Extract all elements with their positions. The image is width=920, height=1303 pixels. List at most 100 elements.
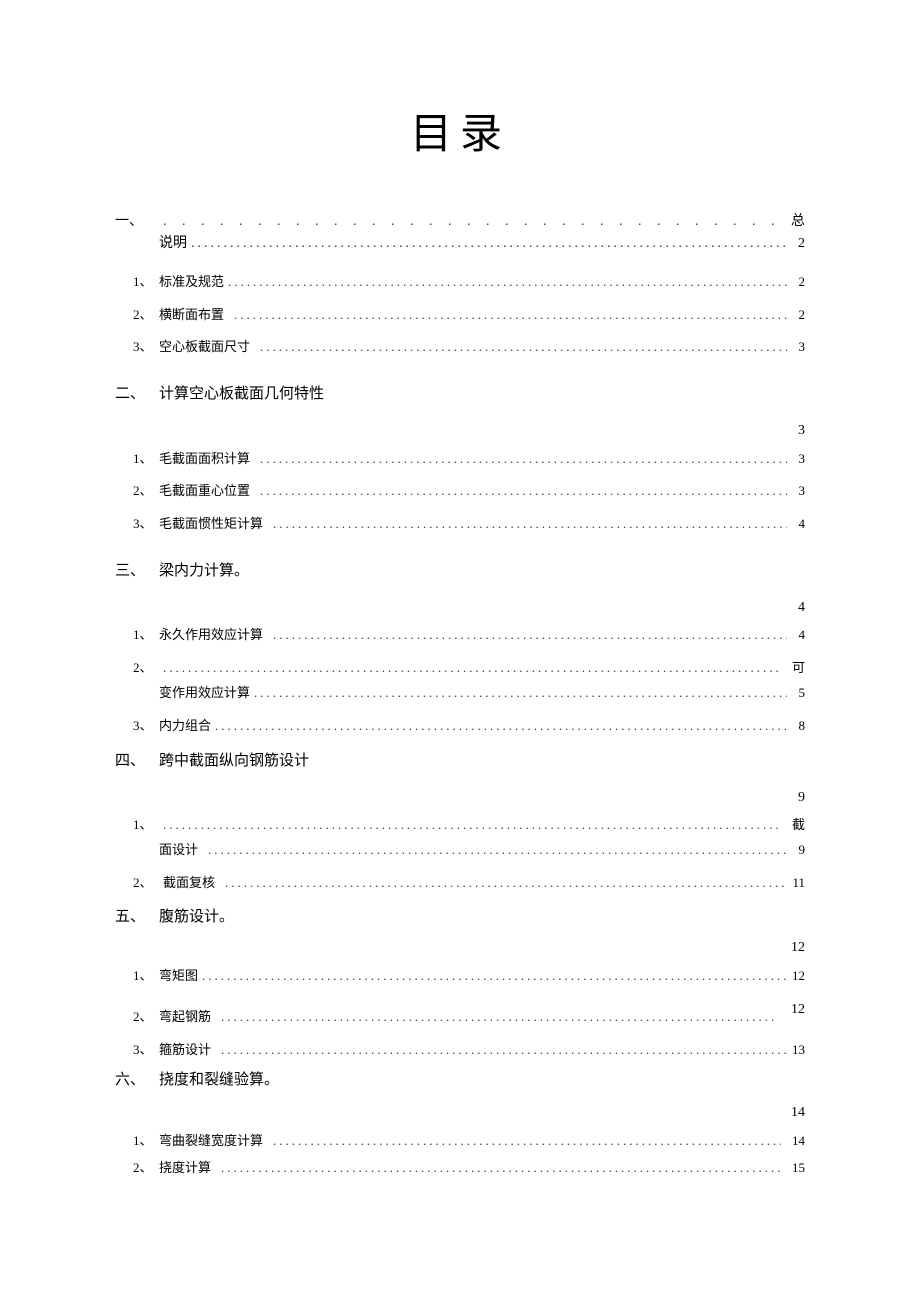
toc-section-2: 二、 计算空心板截面几何特性 3 1、 毛截面面积计算 3 2、 毛截面重心位置… [115, 382, 805, 535]
toc-dots [234, 305, 787, 326]
toc-section-page: 4 [115, 597, 805, 619]
toc-item-num: 3、 [115, 716, 159, 737]
toc-page: 4 [791, 625, 805, 646]
toc-dots [202, 966, 787, 987]
toc-page: 14 [791, 1131, 805, 1152]
toc-section-page: 12 [115, 937, 805, 959]
toc-section-3: 三、 梁内力计算。 4 1、 永久作用效应计算 4 2、 可 变作用效应计算 5 [115, 559, 805, 737]
toc-item: 2、 横断面布置 2 [115, 305, 805, 326]
toc-trail: 总 [791, 211, 805, 233]
toc-section-1-line2: 说明 2 [115, 233, 805, 255]
toc-item-label: 标准及规范 [159, 272, 224, 293]
toc-section-label: 挠度和裂缝验算。 [159, 1068, 279, 1092]
toc-item: 1、 毛截面面积计算 3 [115, 449, 805, 470]
toc-dots [215, 716, 787, 737]
toc-page: 3 [791, 481, 805, 502]
toc-item: 1、 标准及规范 2 [115, 272, 805, 293]
toc-section-1: 一、 总 说明 2 1、 标准及规范 2 2、 横断面布置 2 [115, 211, 805, 358]
toc-page: 2 [791, 305, 805, 326]
toc-section-6-header: 六、 挠度和裂缝验算。 [115, 1068, 805, 1092]
toc-section-num: 五、 [115, 905, 159, 929]
toc-item: 3、 内力组合 8 [115, 716, 805, 737]
toc-page: 8 [791, 716, 805, 737]
toc-dots [260, 337, 787, 358]
toc-page: 5 [791, 683, 805, 704]
toc-item: 1、 截 [115, 815, 805, 836]
toc-dots [260, 481, 787, 502]
toc-dots [208, 840, 787, 861]
toc-section-label: 梁内力计算。 [159, 559, 249, 583]
toc-item-continue: 面设计 9 [115, 840, 805, 861]
toc-dots [163, 211, 779, 233]
toc-item-num: 1、 [115, 815, 159, 836]
toc-page: 2 [791, 272, 805, 293]
toc-item-label: 面设计 [159, 840, 198, 861]
toc-item-label: 截面复核 [163, 873, 215, 894]
toc-dots [163, 658, 780, 679]
toc-section-num: 三、 [115, 559, 159, 583]
toc-item-num: 2、 [115, 658, 159, 679]
toc-dots [273, 1131, 781, 1152]
toc-item-num: 1、 [115, 1131, 159, 1152]
toc-item-num: 1、 [115, 966, 159, 987]
toc-item-num: 2、 [115, 1007, 159, 1028]
toc-section-page: 14 [115, 1102, 805, 1124]
toc-dots [163, 815, 780, 836]
toc-item-label: 永久作用效应计算 [159, 625, 263, 646]
toc-item-label: 内力组合 [159, 716, 211, 737]
toc-section-5-header: 五、 腹筋设计。 [115, 905, 805, 929]
toc-item-num: 3、 [115, 1040, 159, 1061]
toc-item-label: 毛截面面积计算 [159, 449, 250, 470]
toc-page: 4 [791, 514, 805, 535]
toc-item: 2、 截面复核 11 [115, 873, 805, 894]
toc-item-num: 1、 [115, 625, 159, 646]
toc-item: 2、 可 [115, 658, 805, 679]
toc-dots [273, 625, 787, 646]
toc-section-num: 四、 [115, 749, 159, 773]
toc-section-4-header: 四、 跨中截面纵向钢筋设计 [115, 749, 805, 773]
toc-item: 2、 毛截面重心位置 3 [115, 481, 805, 502]
toc-page: 12 [791, 966, 805, 987]
toc-dots [225, 873, 787, 894]
toc-section-num: 二、 [115, 382, 159, 406]
toc-page: 15 [791, 1158, 805, 1179]
toc-item-num: 3、 [115, 514, 159, 535]
toc-item: 2、 弯起钢筋 [115, 1007, 805, 1028]
toc-dots [221, 1158, 781, 1179]
toc-dots [254, 683, 787, 704]
toc-section-1-header: 一、 总 [115, 211, 805, 233]
table-of-contents: 一、 总 说明 2 1、 标准及规范 2 2、 横断面布置 2 [115, 211, 805, 1178]
toc-item-num: 2、 [115, 1158, 159, 1179]
toc-section-num: 六、 [115, 1068, 159, 1092]
toc-item-num: 3、 [115, 337, 159, 358]
toc-page: 3 [791, 337, 805, 358]
toc-dots [273, 514, 787, 535]
toc-item: 2、 挠度计算 15 [115, 1158, 805, 1179]
toc-item-continue: 变作用效应计算 5 [115, 683, 805, 704]
toc-section-page: 9 [115, 787, 805, 809]
toc-item: 3、 毛截面惯性矩计算 4 [115, 514, 805, 535]
toc-section-5: 五、 腹筋设计。 12 1、 弯矩图 12 12 2、 弯起钢筋 3、 箍筋设计 [115, 905, 805, 1060]
toc-item-num: 2、 [115, 481, 159, 502]
toc-section-num: 一、 [115, 211, 159, 233]
toc-item: 3、 空心板截面尺寸 3 [115, 337, 805, 358]
document-page: 目录 一、 总 说明 2 1、 标准及规范 2 2、 横断面 [0, 0, 920, 1270]
toc-trail: 截 [792, 815, 805, 836]
toc-item-num: 2、 [115, 305, 159, 326]
toc-dots [228, 272, 787, 293]
toc-trail: 可 [792, 658, 805, 679]
toc-item-label: 弯矩图 [159, 966, 198, 987]
toc-item-label: 弯起钢筋 [159, 1007, 211, 1028]
toc-page: 3 [791, 449, 805, 470]
toc-section-page: 3 [115, 420, 805, 442]
toc-page: 11 [791, 873, 805, 894]
toc-item-label: 变作用效应计算 [159, 683, 250, 704]
toc-section-2-header: 二、 计算空心板截面几何特性 [115, 382, 805, 406]
toc-section-label: 腹筋设计。 [159, 905, 234, 929]
toc-item-label: 挠度计算 [159, 1158, 211, 1179]
toc-item: 3、 箍筋设计 13 [115, 1040, 805, 1061]
toc-dots [260, 449, 787, 470]
toc-dots [191, 233, 787, 255]
toc-dots [221, 1007, 777, 1028]
toc-item-num: 2、 [115, 873, 159, 894]
